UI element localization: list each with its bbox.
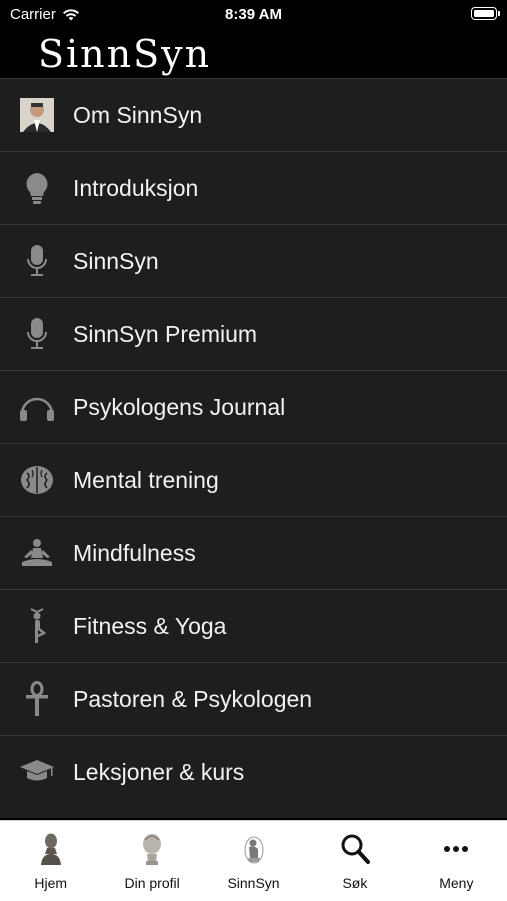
menu-item-label: Fitness & Yoga bbox=[73, 612, 227, 639]
app-logo: SinnSyn bbox=[38, 32, 212, 76]
search-icon bbox=[304, 829, 405, 869]
menu-item-sinnsyn-premium[interactable]: SinnSyn Premium bbox=[0, 297, 507, 370]
status-time: 8:39 AM bbox=[225, 6, 282, 23]
graduation-cap-icon bbox=[18, 753, 56, 791]
menu-item-leksjoner-kurs[interactable]: Leksjoner & kurs bbox=[0, 735, 507, 808]
tab-din-profil[interactable]: Din profil bbox=[101, 821, 202, 901]
brain-icon bbox=[18, 461, 56, 499]
menu-item-sinnsyn[interactable]: SinnSyn bbox=[0, 224, 507, 297]
menu-item-mindfulness[interactable]: Mindfulness bbox=[0, 516, 507, 589]
tab-label: Meny bbox=[439, 875, 474, 891]
menu-item-label: Mental trening bbox=[73, 466, 219, 493]
battery-icon bbox=[471, 7, 500, 20]
menu-item-label: Om SinnSyn bbox=[73, 101, 203, 128]
menu-item-label: Introduksjon bbox=[73, 174, 199, 201]
lightbulb-icon bbox=[18, 169, 56, 207]
tab-sok[interactable]: Søk bbox=[304, 821, 405, 901]
menu-item-label: Pastoren & Psykologen bbox=[73, 685, 313, 712]
tab-label: Din profil bbox=[124, 875, 180, 891]
tab-label: SinnSyn bbox=[227, 875, 280, 891]
microphone-icon bbox=[18, 242, 56, 280]
main-menu: Om SinnSyn Introduksjon SinnSyn SinnSyn … bbox=[0, 78, 507, 818]
tab-sinnsyn[interactable]: SinnSyn bbox=[203, 821, 304, 901]
tab-label: Hjem bbox=[34, 875, 68, 891]
menu-item-label: SinnSyn bbox=[73, 247, 159, 274]
menu-item-label: Mindfulness bbox=[73, 539, 196, 566]
tab-meny[interactable]: Meny bbox=[406, 821, 507, 901]
menu-item-introduksjon[interactable]: Introduksjon bbox=[0, 151, 507, 224]
tab-bar: Hjem Din profil SinnSyn Søk Meny bbox=[0, 820, 507, 901]
person-photo-icon bbox=[18, 96, 56, 134]
menu-item-label: Leksjoner & kurs bbox=[73, 758, 245, 785]
menu-item-om-sinnsyn[interactable]: Om SinnSyn bbox=[0, 78, 507, 151]
menu-item-label: SinnSyn Premium bbox=[73, 320, 258, 347]
tab-label: Søk bbox=[342, 875, 368, 891]
thinker-statue-icon bbox=[203, 829, 304, 869]
menu-item-fitness-yoga[interactable]: Fitness & Yoga bbox=[0, 589, 507, 662]
more-dots-icon bbox=[406, 829, 507, 869]
menu-item-label: Psykologens Journal bbox=[73, 393, 286, 420]
head-statue-icon bbox=[101, 829, 202, 869]
tab-hjem[interactable]: Hjem bbox=[0, 821, 101, 901]
bust-statue-icon bbox=[0, 829, 101, 869]
meditation-icon bbox=[18, 534, 56, 572]
ankh-icon bbox=[18, 680, 56, 718]
menu-item-mental-trening[interactable]: Mental trening bbox=[0, 443, 507, 516]
menu-item-pastoren-psykologen[interactable]: Pastoren & Psykologen bbox=[0, 662, 507, 735]
app-header: SinnSyn bbox=[0, 30, 507, 78]
headphones-icon bbox=[18, 388, 56, 426]
menu-item-psykologens-journal[interactable]: Psykologens Journal bbox=[0, 370, 507, 443]
microphone-icon bbox=[18, 315, 56, 353]
status-bar: Carrier 8:39 AM bbox=[0, 0, 507, 30]
yoga-pose-icon bbox=[18, 607, 56, 645]
